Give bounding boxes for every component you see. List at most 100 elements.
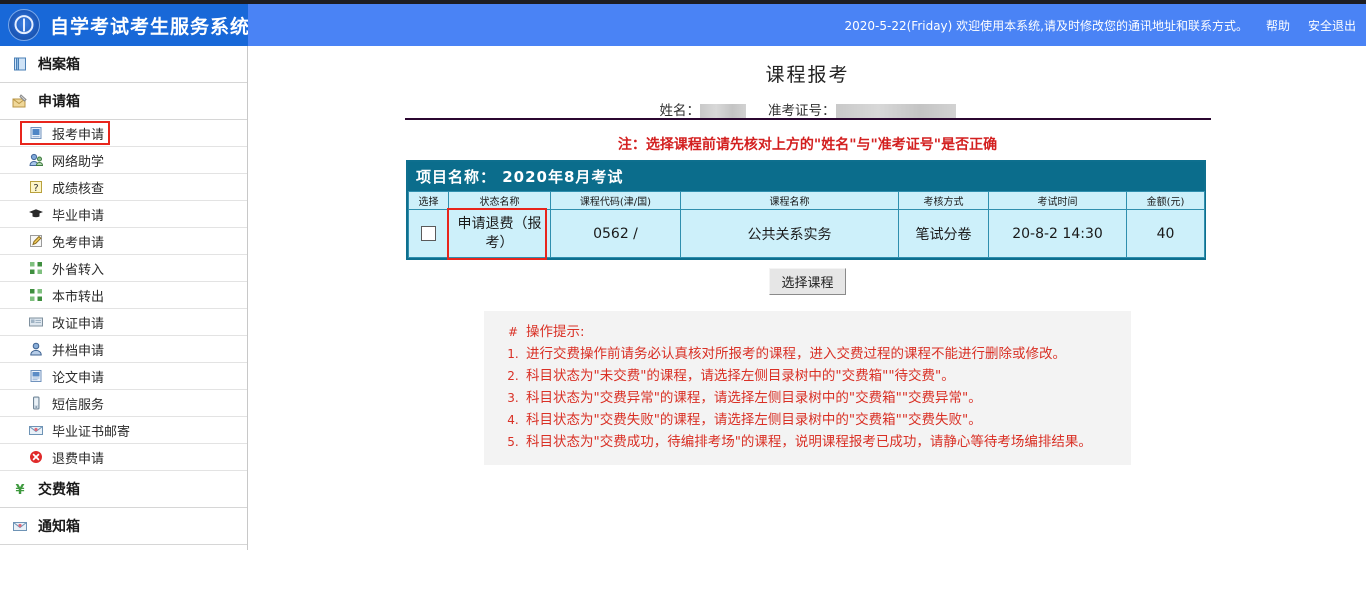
tip-marker: 5. [507, 435, 519, 449]
sidebar-item-label: 并档申请 [52, 343, 105, 359]
sidebar-item-label: 外省转入 [52, 262, 105, 278]
row-checkbox[interactable] [421, 226, 436, 241]
site-title: 自学考试考生服务系统 [50, 15, 251, 38]
tips-heading-marker: # [507, 325, 519, 339]
sidebar: 档案箱 申请箱 报考申请 网络助学 ? 成绩核查 毕业申请 免考申请 外省转入 … [0, 46, 248, 550]
tip-item: 5. 科目状态为"交费成功，待编排考场"的课程，说明课程报考已成功，请静心等待考… [484, 431, 1131, 453]
archive-box-icon [12, 56, 28, 72]
main-content: 课程报考 姓名： 准考证号： 注：选择课程前请先核对上方的"姓名"与"准考证号"是… [249, 46, 1366, 604]
sidebar-item-transfer-in[interactable]: 外省转入 [0, 255, 247, 282]
sidebar-group-notice[interactable]: 通知箱 [0, 508, 247, 545]
svg-text:?: ? [33, 183, 38, 194]
sidebar-item-exemption[interactable]: 免考申请 [0, 228, 247, 255]
col-exam-time: 考试时间 [988, 191, 1127, 210]
course-table-panel: 项目名称： 2020年8月考试 选择 状态名称 课程代码(津/国) 课程名称 考… [406, 160, 1206, 261]
notice-box-icon [12, 518, 28, 534]
tip-text: 科目状态为"交费失败"的课程，请选择左侧目录树中的"交费箱""交费失败"。 [526, 412, 982, 428]
sidebar-item-label: 毕业申请 [52, 208, 105, 224]
sidebar-group-label: 通知箱 [38, 519, 80, 535]
sidebar-item-transfer-out[interactable]: 本市转出 [0, 282, 247, 309]
col-course-code: 课程代码(津/国) [550, 191, 681, 210]
table-header-row: 选择 状态名称 课程代码(津/国) 课程名称 考核方式 考试时间 金额(元) [408, 191, 1205, 210]
header-welcome-message: 2020-5-22(Friday) 欢迎使用本系统,请及时修改您的通讯地址和联系… [844, 18, 1248, 33]
sidebar-item-thesis[interactable]: 论文申请 [0, 363, 247, 390]
person-icon [28, 341, 44, 357]
score-check-icon: ? [28, 179, 44, 195]
tip-marker: 2. [507, 369, 519, 383]
verify-note: 注：选择课程前请先核对上方的"姓名"与"准考证号"是否正确 [617, 137, 998, 153]
sidebar-item-label: 短信服务 [52, 397, 105, 413]
page-title: 课程报考 [765, 64, 850, 86]
sidebar-item-label: 报考申请 [52, 127, 105, 143]
sidebar-item-label: 毕业证书邮寄 [52, 424, 131, 440]
row-status: 申请退费（报考） [447, 208, 551, 261]
row-amount: 40 [1126, 209, 1205, 258]
sidebar-item-label: 成绩核查 [52, 181, 105, 197]
row-course-name: 公共关系实务 [680, 209, 899, 258]
id-card-icon [28, 314, 44, 330]
row-exam-time: 20-8-2 14:30 [988, 209, 1127, 258]
payment-box-icon: ¥ [12, 481, 28, 497]
project-banner-label: 项目名称： [416, 168, 497, 186]
tips-heading: # 操作提示: [484, 321, 1131, 343]
ticket-value-redacted [835, 103, 956, 119]
tips-heading-text: 操作提示: [526, 324, 585, 340]
sidebar-item-certificate-mail[interactable]: 毕业证书邮寄 [0, 417, 247, 444]
tip-text: 科目状态为"未交费"的课程，请选择左侧目录树中的"交费箱""待交费"。 [526, 368, 955, 384]
pencil-icon [28, 233, 44, 249]
sidebar-item-id-change[interactable]: 改证申请 [0, 309, 247, 336]
tip-text: 进行交费操作前请务必认真核对所报考的课程，进入交费过程的课程不能进行删除或修改。 [526, 346, 1066, 362]
ticket-label: 准考证号： [768, 103, 836, 119]
col-status: 状态名称 [448, 191, 551, 210]
sidebar-item-score-check[interactable]: ? 成绩核查 [0, 174, 247, 201]
help-link[interactable]: 帮助 [1266, 17, 1290, 34]
paper-icon [28, 368, 44, 384]
logout-link[interactable]: 安全退出 [1308, 17, 1356, 34]
exam-apply-icon [28, 125, 44, 141]
sidebar-item-graduation[interactable]: 毕业申请 [0, 201, 247, 228]
sidebar-item-label: 改证申请 [52, 316, 105, 332]
mail-icon [28, 422, 44, 438]
sidebar-group-archive[interactable]: 档案箱 [0, 46, 247, 83]
col-select: 选择 [408, 191, 449, 210]
project-banner: 项目名称： 2020年8月考试 [408, 162, 1204, 191]
operation-tips-panel: # 操作提示: 1. 进行交费操作前请务必认真核对所报考的课程，进入交费过程的课… [484, 311, 1131, 465]
name-label: 姓名： [659, 103, 701, 119]
tip-marker: 1. [507, 347, 519, 361]
divider-rule [405, 118, 1211, 120]
action-row: 选择课程 [249, 268, 1366, 295]
transfer-in-icon [28, 260, 44, 276]
table-row: 申请退费（报考） 0562 / 公共关系实务 笔试分卷 20-8-2 14:30… [408, 208, 1205, 261]
row-exam-method: 笔试分卷 [898, 209, 989, 258]
sidebar-item-online-study[interactable]: 网络助学 [0, 147, 247, 174]
graduation-cap-icon [28, 206, 44, 222]
transfer-out-icon [28, 287, 44, 303]
mobile-icon [28, 395, 44, 411]
tip-text: 科目状态为"交费成功，待编排考场"的课程，说明课程报考已成功，请静心等待考场编排… [526, 434, 1092, 450]
sidebar-group-payment[interactable]: ¥ 交费箱 [0, 471, 247, 508]
header-brand: 自学考试考生服务系统 [0, 4, 251, 46]
col-amount: 金额(元) [1126, 191, 1205, 210]
identity-row: 姓名： 准考证号： [249, 99, 1366, 119]
project-banner-value: 2020年8月考试 [502, 168, 624, 186]
sidebar-group-label: 交费箱 [38, 482, 80, 498]
sidebar-item-label: 免考申请 [52, 235, 105, 251]
tip-marker: 4. [507, 413, 519, 427]
sidebar-item-label: 本市转出 [52, 289, 105, 305]
sidebar-item-exam-apply[interactable]: 报考申请 [0, 120, 247, 147]
select-course-button[interactable]: 选择课程 [769, 268, 846, 295]
tip-marker: 3. [507, 391, 519, 405]
sidebar-item-merge-archive[interactable]: 并档申请 [0, 336, 247, 363]
sidebar-group-label: 档案箱 [38, 57, 80, 73]
sidebar-group-application[interactable]: 申请箱 [0, 83, 247, 120]
row-select-cell [408, 209, 449, 258]
online-study-icon [28, 152, 44, 168]
course-table: 选择 状态名称 课程代码(津/国) 课程名称 考核方式 考试时间 金额(元) 申… [408, 191, 1205, 261]
sidebar-item-sms[interactable]: 短信服务 [0, 390, 247, 417]
sidebar-item-refund[interactable]: 退费申请 [0, 444, 247, 471]
refund-icon [28, 449, 44, 465]
col-exam-method: 考核方式 [898, 191, 989, 210]
app-header: 自学考试考生服务系统 2020-5-22(Friday) 欢迎使用本系统,请及时… [0, 4, 1366, 46]
tip-item: 1. 进行交费操作前请务必认真核对所报考的课程，进入交费过程的课程不能进行删除或… [484, 343, 1131, 365]
header-bar: 2020-5-22(Friday) 欢迎使用本系统,请及时修改您的通讯地址和联系… [248, 4, 1366, 46]
